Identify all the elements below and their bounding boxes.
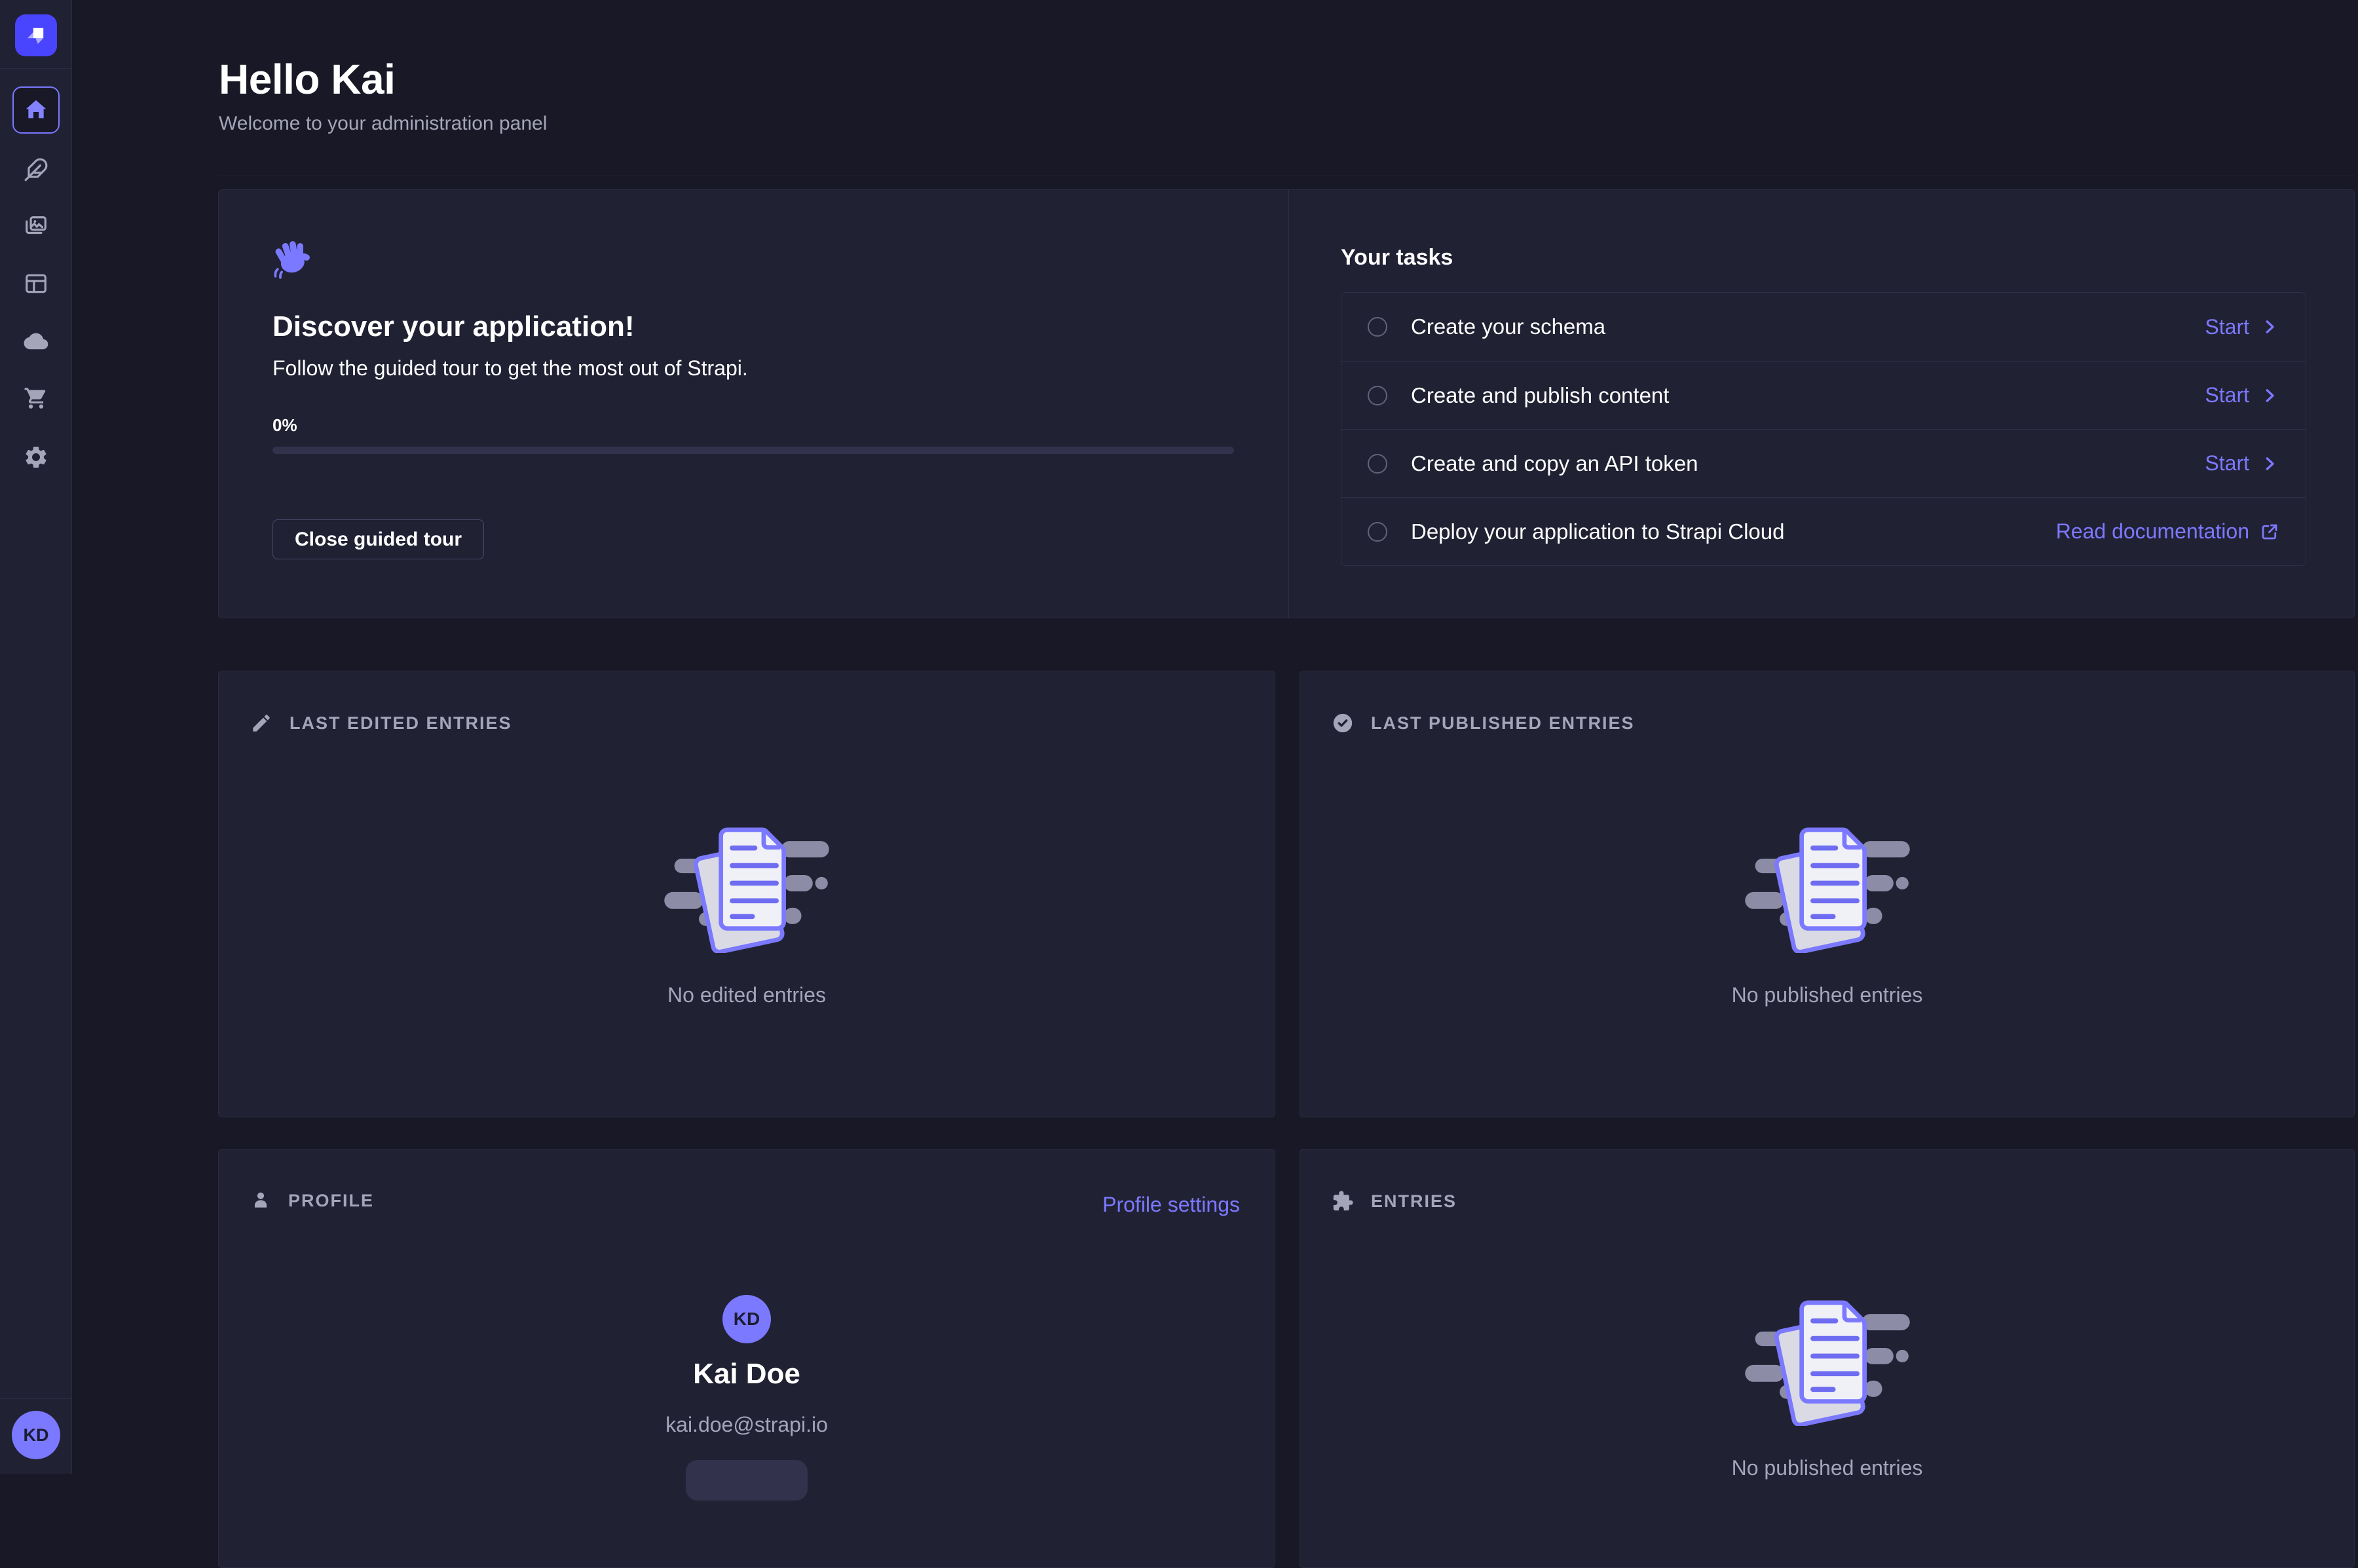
profile-settings-link[interactable]: Profile settings [1102,1193,1240,1217]
pencil-icon [250,712,272,734]
empty-state: No published entries [1300,1300,2354,1480]
chevron-right-icon [2260,454,2279,474]
sidebar-item-content-type-builder[interactable] [0,271,72,297]
task-status-circle-icon [1368,454,1387,474]
chevron-right-icon [2260,386,2279,405]
card-title: LAST EDITED ENTRIES [290,713,512,734]
card-header: LAST EDITED ENTRIES [250,712,512,734]
read-documentation-link[interactable]: Read documentation [2056,519,2279,544]
strapi-logo[interactable] [15,14,57,56]
guided-tour-title: Discover your application! [272,310,635,343]
documents-illustration-icon [1745,827,1910,953]
guided-tour-column: Discover your application! Follow the gu… [219,190,1289,618]
feather-icon [24,157,48,182]
empty-message: No published entries [1732,983,1923,1007]
progress-label: 0% [272,415,297,436]
sidebar-item-content[interactable] [0,157,72,183]
sidebar-item-settings[interactable] [0,444,72,470]
sidebar: KD [0,0,72,1474]
task-start-link[interactable]: Start [2205,315,2279,339]
layout-icon [24,271,48,296]
tasks-title: Your tasks [1341,245,1453,271]
profile-name: Kai Doe [219,1358,1275,1391]
external-link-icon [2260,522,2279,542]
strapi-logo-icon [22,22,50,49]
empty-state: No edited entries [219,827,1275,1007]
sidebar-item-cloud[interactable] [0,328,72,354]
sidebar-item-marketplace[interactable] [0,385,72,411]
card-header: LAST PUBLISHED ENTRIES [1332,712,1635,734]
tasks-column: Your tasks Create your schema Start Crea… [1289,190,2354,618]
card-title: ENTRIES [1371,1191,1457,1212]
profile-card: PROFILE Profile settings KD Kai Doe kai.… [218,1149,1275,1568]
person-icon [250,1190,271,1211]
task-row: Create and publish content Start [1341,361,2306,429]
images-icon [24,214,48,239]
task-status-circle-icon [1368,386,1387,405]
task-label: Create your schema [1411,314,1605,339]
chevron-right-icon [2260,317,2279,337]
task-row: Create your schema Start [1341,293,2306,361]
user-avatar[interactable]: KD [12,1411,60,1459]
gear-icon [23,444,49,470]
task-row: Deploy your application to Strapi Cloud … [1341,497,2306,565]
card-header: PROFILE [250,1190,374,1211]
sidebar-item-media-library[interactable] [0,214,72,240]
card-title: PROFILE [288,1191,374,1211]
sidebar-divider [0,68,71,69]
cloud-icon [23,328,49,354]
home-active-box [12,86,60,134]
tasks-list: Create your schema Start Create and publ… [1341,292,2306,566]
entries-card: ENTRIES [1300,1149,2355,1568]
puzzle-icon [1332,1190,1354,1212]
task-row: Create and copy an API token Start [1341,429,2306,497]
task-label: Create and copy an API token [1411,451,1698,476]
task-status-circle-icon [1368,317,1387,337]
empty-state: No published entries [1300,827,2354,1007]
page-title: Hello Kai [219,55,395,103]
documents-illustration-icon [664,827,829,953]
profile-email: kai.doe@strapi.io [219,1413,1275,1437]
empty-message: No published entries [1732,1456,1923,1480]
page-subtitle: Welcome to your administration panel [219,113,547,135]
waving-hand-icon [271,237,310,279]
check-circle-icon [1332,712,1354,734]
main-content: Hello Kai Welcome to your administration… [72,0,2358,1474]
cart-icon [24,386,48,411]
last-edited-entries-card: LAST EDITED ENTRIES [218,671,1275,1117]
task-label: Deploy your application to Strapi Cloud [1411,519,1785,544]
close-guided-tour-button[interactable]: Close guided tour [272,519,484,559]
documents-illustration-icon [1745,1300,1910,1426]
empty-message: No edited entries [667,983,826,1007]
task-start-link[interactable]: Start [2205,383,2279,407]
progress-bar [272,447,1234,454]
card-header: ENTRIES [1332,1190,1457,1212]
profile-avatar: KD [722,1295,771,1343]
sidebar-item-home[interactable] [0,86,72,134]
home-icon [23,97,49,123]
task-start-link[interactable]: Start [2205,451,2279,476]
card-title: LAST PUBLISHED ENTRIES [1371,713,1635,734]
sidebar-divider [0,1398,71,1399]
task-label: Create and publish content [1411,383,1669,408]
task-status-circle-icon [1368,522,1387,542]
last-published-entries-card: LAST PUBLISHED ENTRIES [1300,671,2355,1117]
profile-role-badge [686,1460,808,1501]
guided-tour-card: Discover your application! Follow the gu… [218,189,2355,618]
guided-tour-subtitle: Follow the guided tour to get the most o… [272,356,748,381]
